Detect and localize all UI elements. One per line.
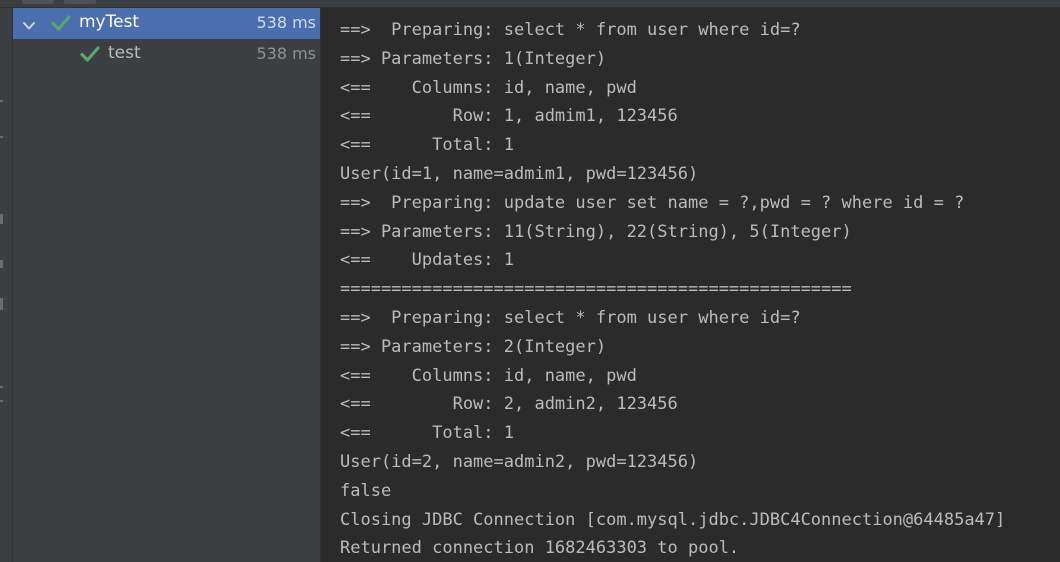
toolbar-button[interactable]: [22, 0, 54, 4]
console-line: ==> Preparing: update user set name = ?,…: [340, 192, 965, 213]
check-icon: [51, 14, 71, 32]
console-line: User(id=2, name=admin2, pwd=123456): [340, 451, 699, 472]
console-line: <== Columns: id, name, pwd: [340, 77, 637, 98]
test-case-name: test: [108, 43, 141, 63]
console-output[interactable]: ==> Preparing: select * from user where …: [321, 8, 1060, 562]
console-line: Returned connection 1682463303 to pool.: [340, 538, 740, 559]
test-results-tree: myTest 538 ms test 538 ms: [13, 8, 321, 562]
console-line: <== Total: 1: [340, 423, 514, 444]
chevron-down-icon[interactable]: [22, 17, 36, 30]
gutter-mark: [0, 136, 3, 138]
gutter-mark: [0, 260, 3, 268]
console-lines: ==> Preparing: select * from user where …: [340, 16, 1005, 562]
console-separator-line: ========================================…: [340, 279, 852, 300]
gutter-mark: [0, 400, 3, 402]
test-case-row[interactable]: test 538 ms: [13, 39, 320, 70]
gutter-mark: [0, 214, 3, 224]
console-line: Closing JDBC Connection [com.mysql.jdbc.…: [340, 509, 1006, 530]
toolbar-button[interactable]: [64, 0, 96, 4]
console-line: ==> Preparing: select * from user where …: [340, 20, 801, 40]
console-line: ==> Parameters: 11(String), 22(String), …: [340, 221, 852, 242]
test-suite-row[interactable]: myTest 538 ms: [13, 8, 320, 39]
gutter-mark: [0, 100, 3, 102]
console-line: ==> Preparing: select * from user where …: [340, 307, 801, 328]
test-suite-duration: 538 ms: [256, 13, 316, 32]
gutter-mark: [0, 386, 3, 388]
console-line: false: [340, 480, 392, 501]
run-toolbar: [0, 0, 1060, 8]
test-case-duration: 538 ms: [256, 44, 316, 63]
console-line: <== Row: 2, admin2, 123456: [340, 394, 678, 415]
console-line: ==> Parameters: 1(Integer): [340, 48, 607, 69]
console-line: <== Row: 1, admim1, 123456: [340, 106, 678, 127]
console-line: <== Columns: id, name, pwd: [340, 365, 637, 386]
check-icon: [80, 45, 100, 63]
console-line: <== Total: 1: [340, 135, 514, 156]
console-line: <== Updates: 1: [340, 250, 514, 271]
run-tool-window: myTest 538 ms test 538 ms ==> Preparing:…: [0, 0, 1060, 562]
left-gutter: [0, 8, 13, 562]
test-suite-name: myTest: [79, 12, 140, 32]
gutter-mark: [0, 298, 3, 310]
console-line: User(id=1, name=admim1, pwd=123456): [340, 163, 699, 184]
console-line: ==> Parameters: 2(Integer): [340, 336, 607, 357]
